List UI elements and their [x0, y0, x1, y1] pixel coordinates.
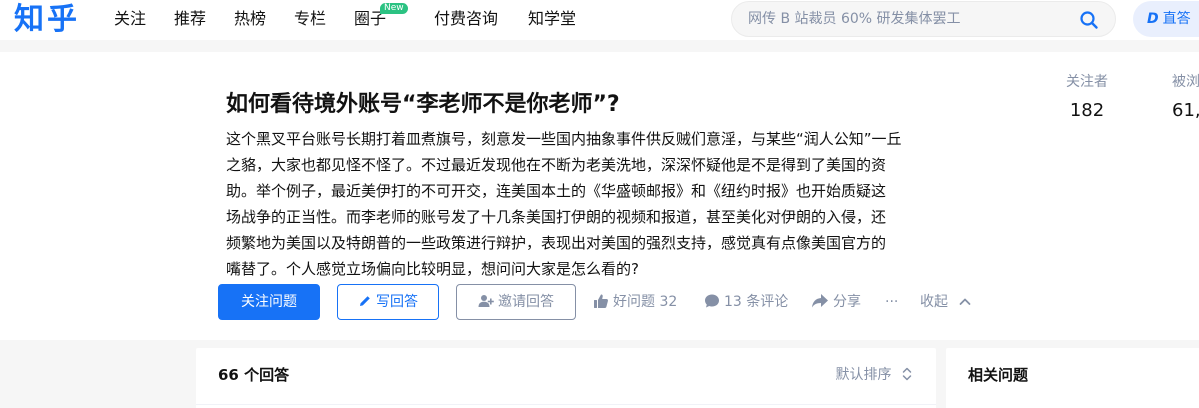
sort-label: 默认排序	[835, 367, 892, 383]
sort-toggle-icon	[902, 367, 912, 381]
good-question-label: 好问题 32	[613, 294, 678, 310]
search-box	[731, 1, 1116, 37]
question-actions: 关注问题 写回答 邀请回答 好问题 32 13 条评论 分享 ··· 收起	[0, 284, 1199, 320]
nav-item-paid-consult[interactable]: 付费咨询	[434, 8, 498, 30]
comment-icon	[705, 294, 719, 308]
comments-label: 13 条评论	[724, 294, 789, 310]
zhida-icon: D	[1147, 11, 1159, 27]
related-questions-title: 相关问题	[968, 366, 1029, 384]
answers-count: 66 个回答	[218, 366, 290, 384]
related-questions-card: 相关问题	[946, 348, 1199, 408]
views-stat: 被浏览 61,7	[1172, 72, 1199, 124]
share-label: 分享	[833, 294, 861, 310]
divider	[196, 404, 936, 405]
question-title: 如何看待境外账号“李老师不是你老师”?	[226, 92, 620, 117]
views-label: 被浏览	[1172, 74, 1199, 90]
nav-item-recommend[interactable]: 推荐	[174, 8, 206, 30]
add-user-icon	[478, 295, 494, 307]
nav-item-follow[interactable]: 关注	[114, 8, 146, 30]
zhihu-logo[interactable]: 知乎	[14, 2, 80, 38]
comments-button[interactable]: 13 条评论	[704, 284, 788, 320]
thumbs-up-icon	[594, 294, 608, 308]
question-detail-line: 频繁地为美国以及特朗普的一些政策进行辩护，表现出对美国的强烈支持，感觉真有点像美…	[226, 234, 887, 252]
followers-stat[interactable]: 关注者 182	[1064, 72, 1110, 124]
answers-card: 66 个回答 默认排序	[196, 348, 936, 408]
chevron-up-icon	[960, 298, 971, 305]
share-button[interactable]: 分享	[811, 284, 861, 320]
nav-item-hot[interactable]: 热榜	[234, 8, 266, 30]
invite-answer-button[interactable]: 邀请回答	[456, 284, 576, 320]
write-answer-button[interactable]: 写回答	[337, 284, 439, 320]
question-detail-line: 这个黑叉平台账号长期打着皿煮旗号，刻意发一些国内抽象事件供反贼们意淫，与某些“润…	[226, 130, 902, 148]
search-input[interactable]	[748, 8, 1068, 30]
question-detail-line: 之貉，大家也都见怪不怪了。不过最近发现他在不断为老美洗地，深深怀疑他是不是得到了…	[226, 156, 887, 174]
zhida-button[interactable]: D 直答	[1133, 1, 1199, 37]
follow-question-button[interactable]: 关注问题	[218, 284, 320, 320]
question-detail-line: 助。举个例子，最近美伊打的不可开交，连美国本土的《华盛顿邮报》和《纽约时报》也开…	[226, 182, 887, 200]
nav-item-column[interactable]: 专栏	[294, 8, 326, 30]
invite-answer-label: 邀请回答	[498, 294, 554, 310]
more-options-icon[interactable]: ···	[885, 284, 898, 320]
collapse-button[interactable]: 收起	[920, 284, 972, 320]
nav-item-knowledge-hall[interactable]: 知学堂	[528, 8, 576, 30]
question-detail-line: 嘴替了。个人感觉立场偏向比较明显，想问问大家是怎么看的?	[226, 260, 639, 278]
question-detail-line: 场战争的正当性。而李老师的账号发了十几条美国打伊朗的视频和报道，甚至美化对伊朗的…	[226, 208, 887, 226]
zhida-label: 直答	[1162, 11, 1191, 27]
search-icon[interactable]	[1079, 10, 1099, 30]
views-count: 61,7	[1172, 100, 1199, 121]
write-answer-label: 写回答	[376, 294, 418, 310]
question-detail[interactable]: 这个黑叉平台账号长期打着皿煮旗号，刻意发一些国内抽象事件供反贼们意淫，与某些“润…	[226, 126, 956, 282]
sort-selector[interactable]: 默认排序	[836, 364, 912, 386]
new-badge: New	[380, 3, 408, 14]
followers-count: 182	[1069, 100, 1105, 121]
good-question-button[interactable]: 好问题 32	[593, 284, 677, 320]
top-navbar: 知乎 关注 推荐 热榜 专栏 圈子 New 付费咨询 知学堂 D直答	[0, 0, 1199, 40]
followers-label: 关注者	[1066, 74, 1108, 90]
pencil-icon	[360, 296, 370, 306]
question-header: 如何看待境外账号“李老师不是你老师”? 这个黑叉平台账号长期打着皿煮旗号，刻意发…	[0, 52, 1199, 340]
collapse-label: 收起	[920, 294, 948, 310]
share-icon	[812, 294, 828, 308]
